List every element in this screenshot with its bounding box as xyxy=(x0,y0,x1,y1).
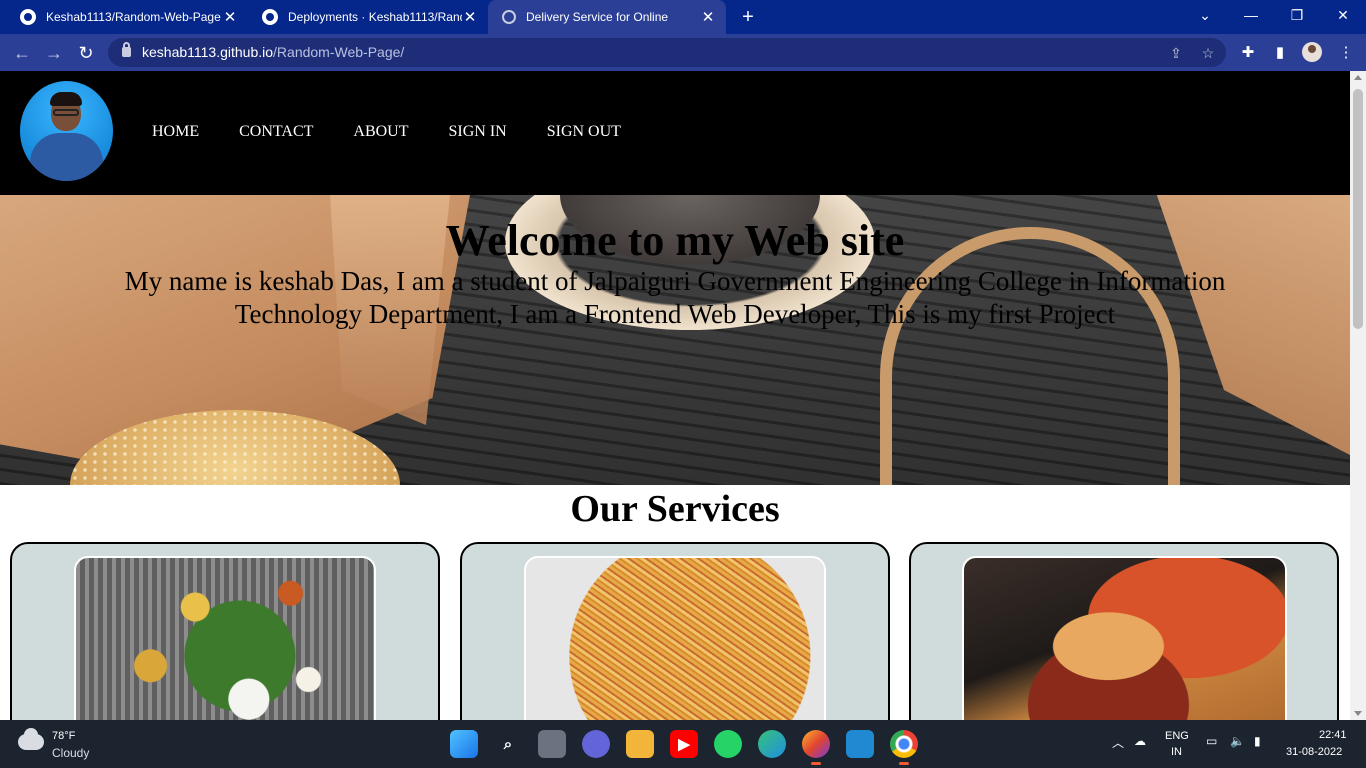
url-path: /Random-Web-Page/ xyxy=(273,44,405,60)
nav-sign-out-link[interactable]: SIGN OUT xyxy=(547,123,621,141)
menu-kebab-icon[interactable]: ⋮ xyxy=(1334,41,1358,65)
scroll-up-arrow-icon[interactable] xyxy=(1354,75,1362,80)
clock-date[interactable]: 31-08-2022 xyxy=(1286,746,1342,758)
noodles-image xyxy=(524,556,826,720)
url-text[interactable]: keshab1113.github.io/Random-Web-Page/ xyxy=(142,44,404,60)
tab-github-repo[interactable]: Keshab1113/Random-Web-Page ✕ xyxy=(6,0,248,34)
language-indicator-bottom[interactable]: IN xyxy=(1171,746,1182,758)
minimize-button[interactable]: — xyxy=(1228,0,1274,30)
restore-button[interactable]: ❐ xyxy=(1274,0,1320,30)
tab-search-button[interactable]: ⌄ xyxy=(1182,0,1228,30)
close-tab-icon[interactable]: ✕ xyxy=(222,8,238,26)
tab-title: Deployments · Keshab1113/Random-Web-Page xyxy=(288,10,462,24)
windows-taskbar: 78°F Cloudy ⌕ ▶ ︿ ☁ ENG IN ▭ 🔈 ▮ 22:41 3… xyxy=(0,720,1366,768)
thali-image xyxy=(74,556,376,720)
page-viewport: HOME CONTACT ABOUT SIGN IN SIGN OUT Welc… xyxy=(0,71,1350,720)
nav-about-link[interactable]: ABOUT xyxy=(353,123,408,141)
whatsapp-icon[interactable] xyxy=(714,730,742,758)
site-header: HOME CONTACT ABOUT SIGN IN SIGN OUT xyxy=(0,71,1350,195)
hero-banner: Welcome to my Web site My name is keshab… xyxy=(0,195,1350,485)
start-windows-icon[interactable] xyxy=(450,730,478,758)
services-heading: Our Services xyxy=(570,488,780,530)
show-hidden-icons-chevron-icon[interactable]: ︿ xyxy=(1112,734,1124,751)
firefox-icon[interactable] xyxy=(802,730,830,765)
share-icon[interactable]: ⇪ xyxy=(1166,43,1186,63)
nav-sign-in-link[interactable]: SIGN IN xyxy=(449,123,507,141)
forward-arrow-icon[interactable]: → xyxy=(42,41,66,65)
tab-title: Delivery Service for Online xyxy=(526,10,669,24)
teams-chat-icon[interactable] xyxy=(582,730,610,758)
service-card xyxy=(909,542,1339,720)
volume-icon[interactable]: 🔈 xyxy=(1230,734,1245,748)
extensions-icon[interactable]: ✚ xyxy=(1236,41,1260,65)
tab-deployments[interactable]: Deployments · Keshab1113/Random-Web-Page… xyxy=(248,0,488,34)
battery-icon[interactable]: ▮ xyxy=(1254,734,1261,748)
burger-pizza-image xyxy=(962,556,1287,720)
profile-photo xyxy=(20,81,113,181)
weather-temperature[interactable]: 78°F xyxy=(52,730,75,742)
close-window-button[interactable]: ✕ xyxy=(1320,0,1366,30)
page-scrollbar[interactable] xyxy=(1350,71,1366,720)
file-explorer-icon[interactable] xyxy=(626,730,654,758)
onedrive-cloud-icon[interactable]: ☁ xyxy=(1134,734,1146,748)
tab-title: Keshab1113/Random-Web-Page xyxy=(46,10,221,24)
search-icon[interactable]: ⌕ xyxy=(494,730,522,758)
close-tab-icon[interactable]: ✕ xyxy=(462,8,478,26)
language-indicator-top[interactable]: ENG xyxy=(1165,730,1189,742)
back-arrow-icon[interactable]: ← xyxy=(10,41,34,65)
site-nav-links: HOME CONTACT ABOUT SIGN IN SIGN OUT xyxy=(152,123,661,141)
nav-home-link[interactable]: HOME xyxy=(152,123,199,141)
vscode-icon[interactable] xyxy=(846,730,874,758)
cloud-weather-icon[interactable] xyxy=(18,728,44,750)
close-tab-icon[interactable]: ✕ xyxy=(700,8,716,26)
nav-contact-link[interactable]: CONTACT xyxy=(239,123,313,141)
github-icon xyxy=(262,9,278,25)
new-tab-button[interactable]: + xyxy=(736,5,760,29)
address-bar[interactable]: keshab1113.github.io/Random-Web-Page/ ⇪ … xyxy=(108,38,1226,67)
service-card xyxy=(10,542,440,720)
network-icon[interactable]: ▭ xyxy=(1206,734,1217,748)
hero-description: My name is keshab Das, I am a student of… xyxy=(124,266,1226,329)
youtube-icon[interactable]: ▶ xyxy=(670,730,698,758)
chrome-icon[interactable] xyxy=(890,730,918,765)
edge-icon[interactable] xyxy=(758,730,786,758)
clock-time[interactable]: 22:41 xyxy=(1319,729,1347,741)
reload-icon[interactable]: ↻ xyxy=(74,41,98,65)
github-icon xyxy=(20,9,36,25)
globe-icon xyxy=(502,10,516,24)
scroll-down-arrow-icon[interactable] xyxy=(1354,711,1362,716)
browser-tabstrip: Keshab1113/Random-Web-Page ✕ Deployments… xyxy=(0,0,1366,34)
service-card xyxy=(460,542,890,720)
profile-avatar-icon[interactable] xyxy=(1302,42,1322,62)
task-view-icon[interactable] xyxy=(538,730,566,758)
side-panel-icon[interactable]: ▮ xyxy=(1268,41,1292,65)
browser-toolbar: ← → ↻ keshab1113.github.io/Random-Web-Pa… xyxy=(0,34,1366,71)
weather-description[interactable]: Cloudy xyxy=(52,746,89,760)
scroll-thumb[interactable] xyxy=(1353,89,1363,329)
lock-icon[interactable] xyxy=(122,42,131,57)
hero-title: Welcome to my Web site xyxy=(445,216,905,265)
tab-delivery-service[interactable]: Delivery Service for Online ✕ xyxy=(488,0,726,34)
url-host: keshab1113.github.io xyxy=(142,44,274,60)
bookmark-star-icon[interactable]: ☆ xyxy=(1198,43,1218,63)
